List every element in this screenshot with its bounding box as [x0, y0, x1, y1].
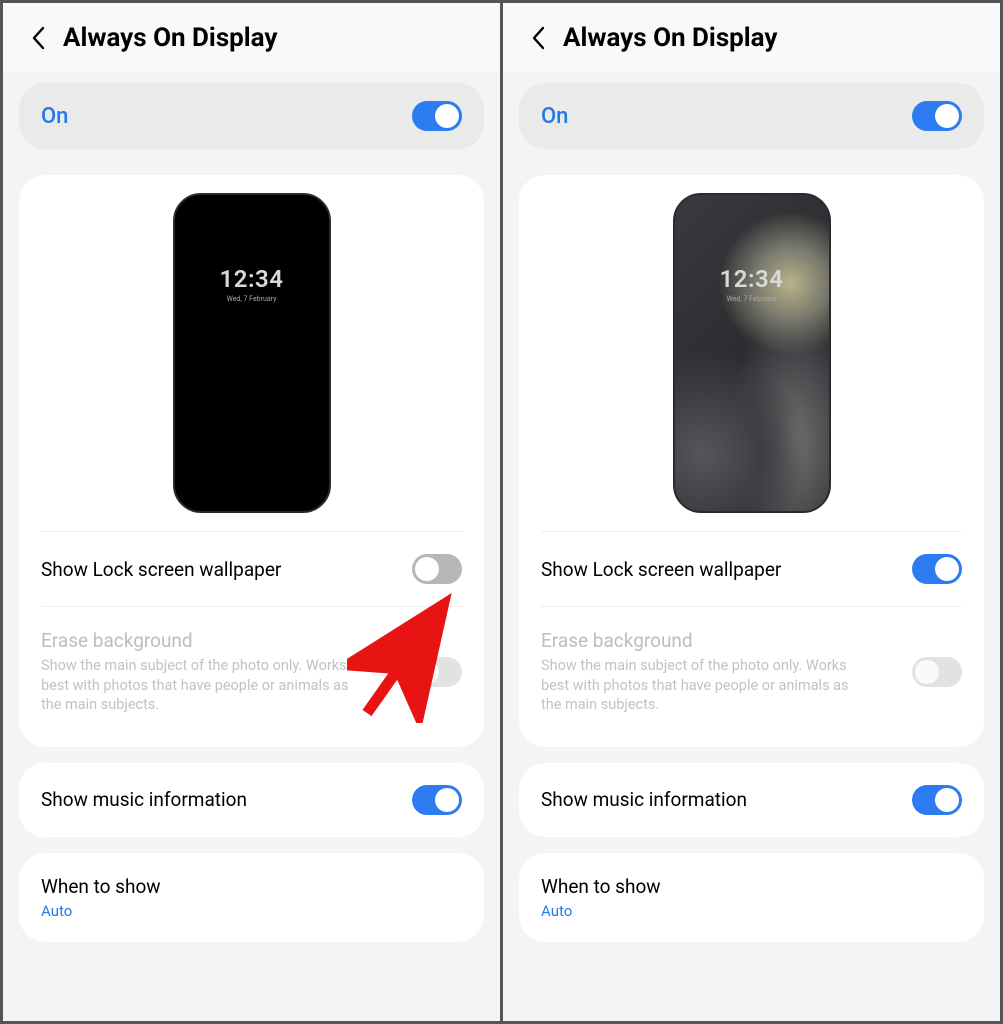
pane-left: Always On Display On 12:34 Wed, 7 Februa… [3, 3, 500, 1021]
preview-clock: 12:34 [720, 265, 784, 293]
erase-background-label: Erase background [41, 629, 371, 652]
erase-background-row: Erase background Show the main subject o… [41, 607, 462, 737]
header: Always On Display [503, 3, 1000, 73]
master-toggle-label: On [41, 104, 68, 129]
preview-date: Wed, 7 February [727, 295, 777, 303]
when-card: When to show Auto [519, 853, 984, 942]
when-to-show-value: Auto [541, 902, 661, 920]
preview-clock: 12:34 [220, 265, 284, 293]
show-wallpaper-label: Show Lock screen wallpaper [41, 558, 281, 581]
preview-card: 12:34 Wed, 7 February Show Lock screen w… [19, 175, 484, 747]
music-card: Show music information [19, 763, 484, 837]
master-toggle-row[interactable]: On [519, 83, 984, 149]
aod-preview[interactable]: 12:34 Wed, 7 February [673, 193, 831, 513]
show-music-label: Show music information [541, 788, 747, 811]
show-wallpaper-toggle[interactable] [412, 554, 462, 584]
master-toggle-label: On [541, 104, 568, 129]
when-card: When to show Auto [19, 853, 484, 942]
back-icon[interactable] [531, 26, 545, 50]
show-music-label: Show music information [41, 788, 247, 811]
erase-background-label: Erase background [541, 629, 871, 652]
when-to-show-row[interactable]: When to show Auto [41, 853, 462, 942]
erase-background-toggle [912, 657, 962, 687]
show-music-row[interactable]: Show music information [41, 763, 462, 837]
show-wallpaper-row[interactable]: Show Lock screen wallpaper [541, 532, 962, 607]
show-music-toggle[interactable] [412, 785, 462, 815]
erase-background-desc: Show the main subject of the photo only.… [41, 656, 371, 715]
master-toggle[interactable] [412, 101, 462, 131]
preview-date: Wed, 7 February [227, 295, 277, 303]
back-icon[interactable] [31, 26, 45, 50]
aod-preview[interactable]: 12:34 Wed, 7 February [173, 193, 331, 513]
pane-right: Always On Display On 12:34 Wed, 7 Februa… [503, 3, 1000, 1021]
when-to-show-row[interactable]: When to show Auto [541, 853, 962, 942]
master-toggle[interactable] [912, 101, 962, 131]
header: Always On Display [3, 3, 500, 73]
preview-card: 12:34 Wed, 7 February Show Lock screen w… [519, 175, 984, 747]
when-to-show-value: Auto [41, 902, 161, 920]
erase-background-desc: Show the main subject of the photo only.… [541, 656, 871, 715]
show-music-toggle[interactable] [912, 785, 962, 815]
page-title: Always On Display [63, 23, 278, 53]
erase-background-row: Erase background Show the main subject o… [541, 607, 962, 737]
music-card: Show music information [519, 763, 984, 837]
show-wallpaper-label: Show Lock screen wallpaper [541, 558, 781, 581]
master-toggle-row[interactable]: On [19, 83, 484, 149]
show-wallpaper-row[interactable]: Show Lock screen wallpaper [41, 532, 462, 607]
when-to-show-label: When to show [541, 875, 661, 898]
erase-background-toggle [412, 657, 462, 687]
when-to-show-label: When to show [41, 875, 161, 898]
page-title: Always On Display [563, 23, 778, 53]
show-music-row[interactable]: Show music information [541, 763, 962, 837]
show-wallpaper-toggle[interactable] [912, 554, 962, 584]
